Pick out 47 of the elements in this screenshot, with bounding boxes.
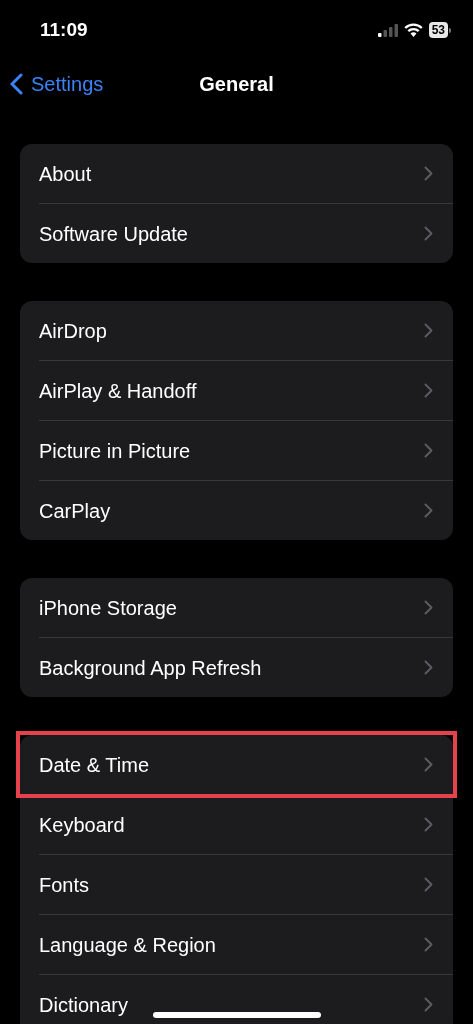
- chevron-icon: [424, 997, 433, 1012]
- signal-icon: [377, 23, 398, 37]
- row-label: iPhone Storage: [39, 595, 177, 621]
- settings-row[interactable]: Date & Time: [20, 735, 453, 794]
- status-time: 11:09: [40, 17, 88, 42]
- settings-row[interactable]: Keyboard: [20, 795, 453, 854]
- settings-row[interactable]: iPhone Storage: [20, 578, 453, 637]
- row-label: CarPlay: [39, 498, 111, 524]
- back-label: Settings: [31, 72, 104, 97]
- page-title: General: [199, 72, 274, 97]
- row-label: Language & Region: [39, 932, 216, 958]
- row-label: Dictionary: [39, 992, 128, 1018]
- battery-icon: 53: [428, 22, 448, 38]
- row-label: Fonts: [39, 872, 90, 898]
- wifi-icon: [403, 23, 423, 37]
- chevron-icon: [424, 817, 433, 832]
- chevron-icon: [424, 937, 433, 952]
- row-label: AirPlay & Handoff: [39, 378, 197, 404]
- back-chevron-icon: [10, 73, 23, 95]
- chevron-icon: [424, 383, 433, 398]
- settings-row[interactable]: Dictionary: [20, 975, 453, 1024]
- row-label: Picture in Picture: [39, 438, 191, 464]
- settings-row[interactable]: Software Update: [20, 204, 453, 263]
- chevron-icon: [424, 660, 433, 675]
- settings-row[interactable]: Picture in Picture: [20, 421, 453, 480]
- row-label: Software Update: [39, 221, 188, 247]
- settings-row[interactable]: Fonts: [20, 855, 453, 914]
- settings-row[interactable]: CarPlay: [20, 481, 453, 540]
- chevron-icon: [424, 166, 433, 181]
- chevron-icon: [424, 226, 433, 241]
- row-label: About: [39, 161, 92, 187]
- row-label: Background App Refresh: [39, 655, 262, 681]
- chevron-icon: [424, 323, 433, 338]
- chevron-icon: [424, 600, 433, 615]
- chevron-icon: [424, 443, 433, 458]
- row-label: AirDrop: [39, 318, 107, 344]
- settings-row[interactable]: About: [20, 144, 453, 203]
- back-button[interactable]: Settings: [10, 69, 104, 99]
- chevron-icon: [424, 877, 433, 892]
- settings-row[interactable]: Background App Refresh: [20, 638, 453, 697]
- row-label: Date & Time: [39, 752, 150, 778]
- settings-row[interactable]: AirPlay & Handoff: [20, 361, 453, 420]
- chevron-icon: [424, 503, 433, 518]
- chevron-icon: [424, 757, 433, 772]
- settings-row[interactable]: AirDrop: [20, 301, 453, 360]
- settings-row[interactable]: Language & Region: [20, 915, 453, 974]
- row-label: Keyboard: [39, 812, 125, 838]
